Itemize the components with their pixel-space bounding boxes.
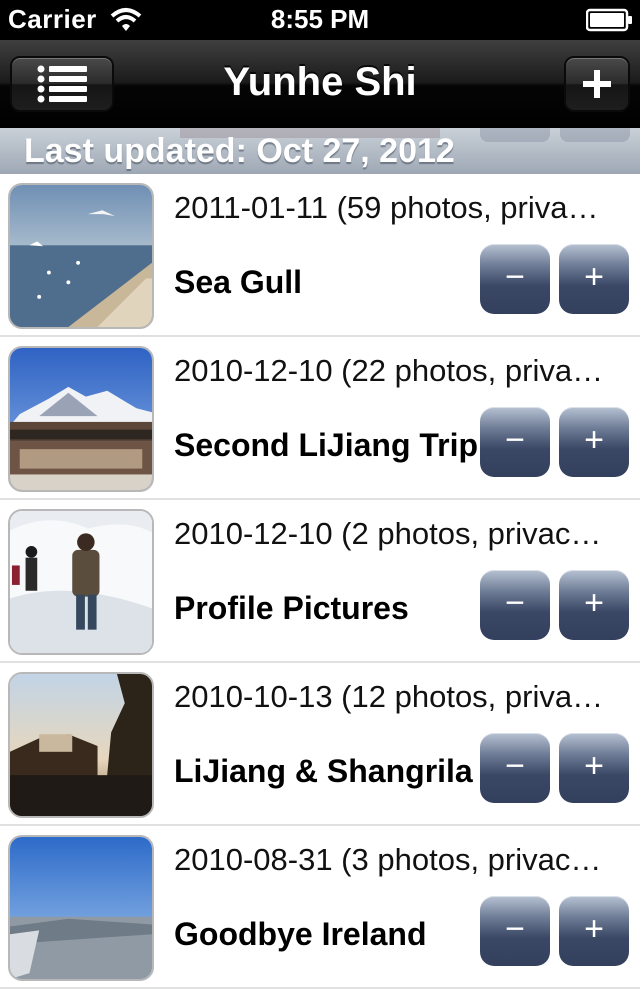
album-title: Profile Pictures: [174, 590, 409, 626]
album-thumbnail: [8, 509, 154, 655]
album-meta: 2011-01-11 (59 photos, priva…: [174, 190, 599, 225]
plus-button[interactable]: +: [559, 896, 629, 966]
minus-button[interactable]: −: [480, 244, 550, 314]
album-title: Second LiJiang Trip: [174, 427, 479, 463]
add-album-button[interactable]: [564, 56, 630, 112]
minus-button[interactable]: −: [480, 733, 550, 803]
album-row[interactable]: 2010-12-10 (22 photos, priva… Second LiJ…: [0, 337, 640, 500]
battery-icon: [586, 8, 632, 32]
page-title: Yunhe Shi: [223, 60, 417, 104]
last-updated-bar: Last updated: Oct 27, 2012: [0, 128, 640, 174]
album-thumbnail: [8, 183, 154, 329]
album-title: LiJiang & Shangrila: [174, 753, 473, 789]
last-updated-label: Last updated: Oct 27, 2012: [24, 132, 455, 170]
album-row[interactable]: 2010-08-31 (3 photos, privac… Goodbye Ir…: [0, 826, 640, 989]
list-icon: [37, 65, 87, 103]
minus-button[interactable]: −: [480, 407, 550, 477]
album-meta: 2010-08-31 (3 photos, privac…: [174, 842, 602, 877]
album-meta: 2010-10-13 (12 photos, priva…: [174, 679, 604, 714]
album-row[interactable]: 2010-10-13 (12 photos, priva… LiJiang & …: [0, 663, 640, 826]
plus-button[interactable]: +: [559, 733, 629, 803]
plus-button[interactable]: +: [559, 570, 629, 640]
clock-time: 8:55 PM: [270, 4, 370, 34]
plus-button[interactable]: +: [559, 407, 629, 477]
album-title: Goodbye Ireland: [174, 916, 427, 952]
album-row[interactable]: 2011-01-11 (59 photos, priva… Sea Gull −…: [0, 174, 640, 337]
album-thumbnail: [8, 346, 154, 492]
minus-button[interactable]: −: [480, 570, 550, 640]
plus-button[interactable]: +: [559, 244, 629, 314]
status-bar: Carrier 8:55 PM: [0, 0, 640, 40]
album-thumbnail: [8, 835, 154, 981]
minus-button[interactable]: −: [480, 896, 550, 966]
menu-button[interactable]: [10, 56, 114, 112]
album-thumbnail: [8, 672, 154, 818]
album-title: Sea Gull: [174, 264, 303, 300]
navigation-bar: Yunhe Shi: [0, 40, 640, 129]
album-meta: 2010-12-10 (22 photos, priva…: [174, 353, 604, 388]
album-list: 2011-01-11 (59 photos, priva… Sea Gull −…: [0, 174, 640, 989]
album-row[interactable]: 2010-12-10 (2 photos, privac… Profile Pi…: [0, 500, 640, 663]
album-meta: 2010-12-10 (2 photos, privac…: [174, 516, 602, 551]
plus-icon: [583, 70, 611, 98]
